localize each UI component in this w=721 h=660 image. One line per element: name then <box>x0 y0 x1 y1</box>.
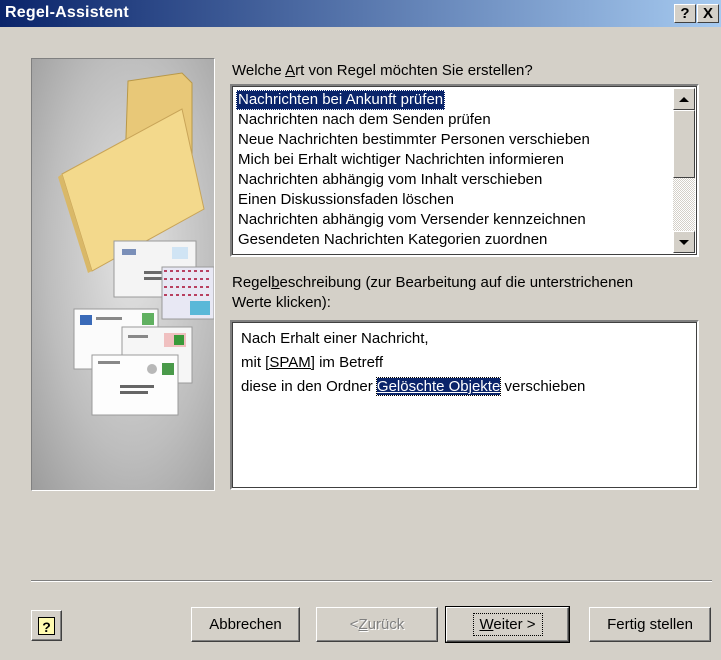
scroll-thumb[interactable] <box>673 110 695 178</box>
scroll-down-icon <box>679 239 689 245</box>
rule-option[interactable]: Neue Nachrichten bestimmter Personen ver… <box>236 130 592 150</box>
wizard-illustration <box>31 58 215 491</box>
scroll-down-button[interactable] <box>673 231 695 253</box>
rule-type-label: Welche Art von Regel möchten Sie erstell… <box>232 62 533 79</box>
folder-value-link[interactable]: Gelöschte Objekte <box>375 377 502 396</box>
back-button-mnemonic: Z <box>358 616 368 633</box>
description-line: diese in den Ordner Gelöschte Objekte ve… <box>241 376 585 398</box>
cancel-button[interactable]: Abbrechen <box>191 607 300 642</box>
description-label-mnemonic: b <box>271 274 280 291</box>
rule-option[interactable]: Mich bei Erhalt wichtiger Nachrichten in… <box>236 150 566 170</box>
next-button-label: eiter > <box>493 616 536 633</box>
rule-type-label-part: rt von Regel möchten Sie erstellen? <box>295 62 533 79</box>
description-text: verschieben <box>500 378 586 395</box>
rule-list-scrollbar[interactable] <box>673 88 695 253</box>
help-button[interactable]: ? <box>31 610 62 641</box>
scroll-up-button[interactable] <box>673 88 695 110</box>
back-button[interactable]: < Zurück <box>316 607 438 642</box>
next-button[interactable]: Weiter > <box>445 606 570 643</box>
rule-type-label-mnemonic: A <box>285 62 296 79</box>
back-button-label: urück <box>367 616 405 633</box>
description-label-line2: Werte klicken): <box>232 294 331 311</box>
description-label-part: eschreibung (zur Bearbeitung auf die unt… <box>279 274 634 291</box>
finish-button[interactable]: Fertig stellen <box>589 607 711 642</box>
spam-value-link[interactable]: [SPAM] <box>265 354 315 371</box>
description-line: Nach Erhalt einer Nachricht, <box>241 330 429 347</box>
close-button[interactable]: X <box>697 4 719 23</box>
description-label-line1: Regelbeschreibung (zur Bearbeitung auf d… <box>232 274 633 291</box>
next-button-mnemonic: W <box>479 616 494 633</box>
rule-option[interactable]: Nachrichten bei Ankunft prüfen <box>236 90 446 110</box>
window-title: Regel-Assistent <box>5 4 129 21</box>
description-text: diese in den Ordner <box>241 378 377 395</box>
back-button-prefix: < <box>349 616 359 633</box>
title-bar: Regel-Assistent ? X <box>0 0 721 27</box>
rule-option[interactable]: Nachrichten nach dem Senden prüfen <box>236 110 493 130</box>
rule-type-label-part: Welche <box>232 62 286 79</box>
scroll-up-icon <box>679 96 689 102</box>
rule-option[interactable]: Nachrichten abhängig vom Versender kennz… <box>236 210 588 230</box>
rule-description-box[interactable]: Nach Erhalt einer Nachricht, mit [SPAM] … <box>230 320 699 490</box>
rule-option[interactable]: Nachrichten abhängig vom Inhalt verschie… <box>236 170 544 190</box>
help-title-button[interactable]: ? <box>674 4 696 23</box>
description-text: im Betreff <box>314 354 383 371</box>
description-text: mit <box>241 354 266 371</box>
folder-envelopes-illustration <box>58 72 214 416</box>
footer-separator <box>31 580 712 582</box>
description-line: mit [SPAM] im Betreff <box>241 352 383 374</box>
next-button-focus: Weiter > <box>472 613 543 636</box>
rule-option[interactable]: Einen Diskussionsfaden löschen <box>236 190 456 210</box>
description-label-part: Regel <box>232 274 272 291</box>
rule-option[interactable]: Gesendeten Nachrichten Kategorien zuordn… <box>236 230 549 250</box>
help-icon: ? <box>38 616 55 635</box>
rule-type-listbox[interactable]: Nachrichten bei Ankunft prüfen Nachricht… <box>230 84 699 257</box>
